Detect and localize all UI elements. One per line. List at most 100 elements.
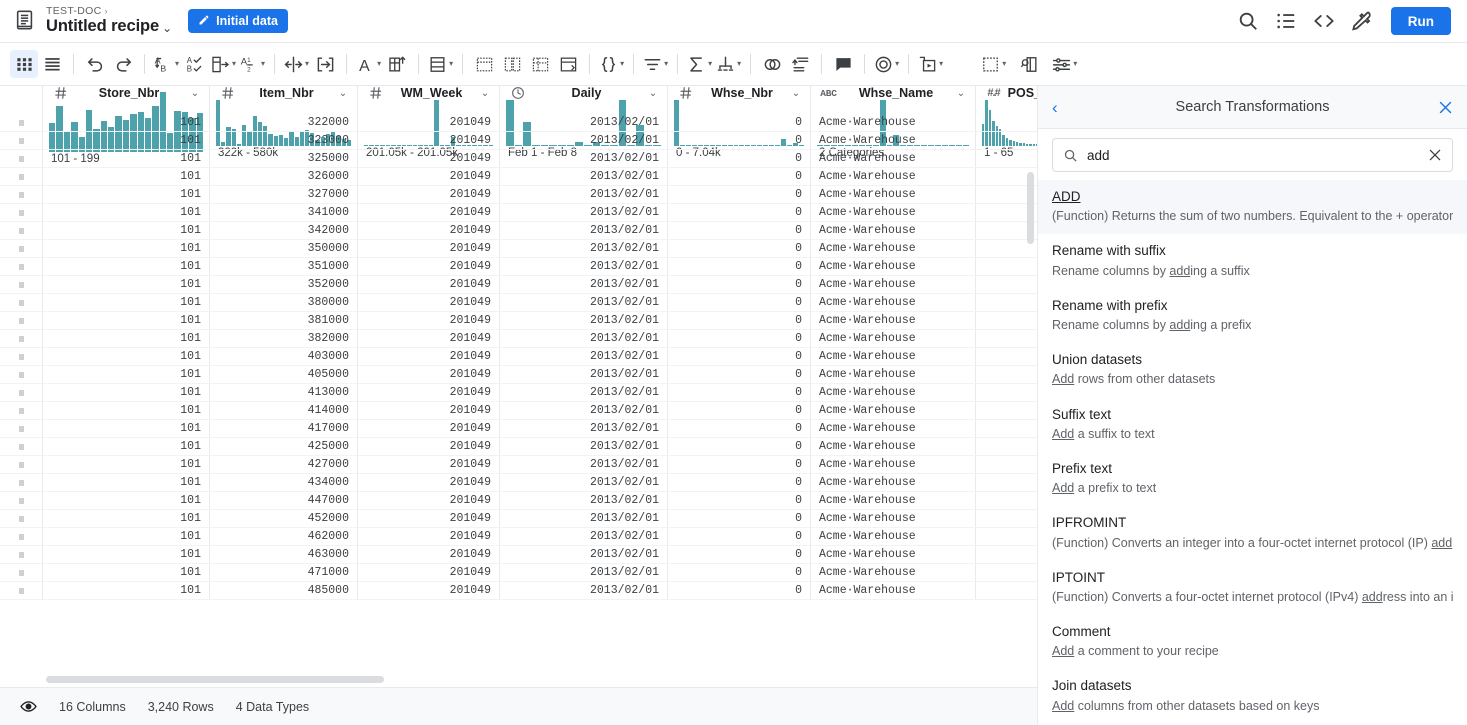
table-cell-whse_name[interactable]: Acme·Warehouse [811, 564, 976, 581]
json-button[interactable]: ▾ [597, 50, 626, 78]
search-result-item[interactable]: Suffix textAdd a suffix to text [1038, 398, 1467, 452]
table-cell-store_nbr[interactable]: 101 [43, 528, 210, 545]
table-row[interactable]: 1013220002010492013/02/010Acme·Warehouse [0, 114, 1037, 132]
table-cell-daily[interactable]: 2013/02/01 [500, 402, 668, 419]
close-icon[interactable] [1431, 100, 1453, 115]
table-cell-pos_s[interactable] [976, 132, 1037, 149]
table-cell-store_nbr[interactable]: 101 [43, 312, 210, 329]
table-cell-whse_nbr[interactable]: 0 [668, 546, 811, 563]
table-cell-wm_week[interactable]: 201049 [358, 402, 500, 419]
table-row[interactable]: 1013800002010492013/02/010Acme·Warehouse [0, 294, 1037, 312]
table-cell-whse_name[interactable]: Acme·Warehouse [811, 348, 976, 365]
table-cell-store_nbr[interactable]: 101 [43, 258, 210, 275]
table-cell-wm_week[interactable]: 201049 [358, 456, 500, 473]
table-cell-daily[interactable]: 2013/02/01 [500, 348, 668, 365]
table-cell-daily[interactable]: 2013/02/01 [500, 222, 668, 239]
table-row[interactable]: 1013820002010492013/02/010Acme·Warehouse [0, 330, 1037, 348]
table-cell-wm_week[interactable]: 201049 [358, 582, 500, 599]
table-row[interactable]: 1013250002010492013/02/010Acme·Warehouse [0, 150, 1037, 168]
table-cell-store_nbr[interactable]: 101 [43, 204, 210, 221]
table-cell-whse_name[interactable]: Acme·Warehouse [811, 150, 976, 167]
search-result-item[interactable]: ADD(Function) Returns the sum of two num… [1038, 180, 1467, 234]
chevron-down-icon[interactable]: ⌄ [162, 22, 172, 35]
dedupe-button[interactable] [786, 50, 814, 78]
table-cell-wm_week[interactable]: 201049 [358, 384, 500, 401]
table-cell-store_nbr[interactable]: 101 [43, 186, 210, 203]
table-cell-item_nbr[interactable]: 462000 [210, 528, 358, 545]
table-cell-whse_nbr[interactable]: 0 [668, 366, 811, 383]
search-result-item[interactable]: IPTOINT(Function) Converts a four-octet … [1038, 561, 1467, 615]
table-cell-store_nbr[interactable]: 101 [43, 222, 210, 239]
table-cell-store_nbr[interactable]: 101 [43, 456, 210, 473]
breadcrumb-project[interactable]: TEST-DOC [46, 6, 101, 17]
table-cell-wm_week[interactable]: 201049 [358, 294, 500, 311]
table-cell-whse_nbr[interactable]: 0 [668, 168, 811, 185]
table-cell-daily[interactable]: 2013/02/01 [500, 366, 668, 383]
table-cell-pos_s[interactable] [976, 402, 1037, 419]
table-row[interactable]: 1014520002010492013/02/010Acme·Warehouse [0, 510, 1037, 528]
table-cell-wm_week[interactable]: 201049 [358, 186, 500, 203]
table-cell-pos_s[interactable] [976, 420, 1037, 437]
table-cell-daily[interactable]: 2013/02/01 [500, 456, 668, 473]
table-cell-daily[interactable]: 2013/02/01 [500, 132, 668, 149]
doc-title-row[interactable]: Untitled recipe ⌄ [46, 18, 172, 35]
table-cell-item_nbr[interactable]: 447000 [210, 492, 358, 509]
table-row[interactable]: 1013410002010492013/02/010Acme·Warehouse [0, 204, 1037, 222]
table-cell-item_nbr[interactable]: 485000 [210, 582, 358, 599]
validate-column-button[interactable]: A B [181, 50, 209, 78]
code-icon[interactable] [1313, 10, 1335, 32]
table-cell-store_nbr[interactable]: 101 [43, 150, 210, 167]
column-head[interactable]: Whse_Nbr⌄ [668, 86, 810, 100]
table-cell-item_nbr[interactable]: 471000 [210, 564, 358, 581]
table-cell-store_nbr[interactable]: 101 [43, 132, 210, 149]
search-result-item[interactable]: Join datasetsAdd columns from other data… [1038, 669, 1467, 723]
table-cell-item_nbr[interactable]: 351000 [210, 258, 358, 275]
table-cell-pos_s[interactable] [976, 528, 1037, 545]
table-cell-daily[interactable]: 2013/02/01 [500, 384, 668, 401]
table-cell-daily[interactable]: 2013/02/01 [500, 564, 668, 581]
table-cell-pos_s[interactable] [976, 474, 1037, 491]
column-header-item_nbr[interactable]: Item_Nbr⌄322k - 580k [210, 86, 358, 114]
table-row[interactable]: 1013520002010492013/02/010Acme·Warehouse [0, 276, 1037, 294]
table-cell-whse_name[interactable]: Acme·Warehouse [811, 420, 976, 437]
select-region-button[interactable]: ▾ [979, 50, 1008, 78]
eyedropper-icon[interactable] [1351, 10, 1373, 32]
table-cell-store_nbr[interactable]: 101 [43, 384, 210, 401]
chevron-down-icon[interactable]: ⌄ [479, 88, 491, 99]
table-cell-item_nbr[interactable]: 425000 [210, 438, 358, 455]
column-header-store_nbr[interactable]: Store_Nbr⌄101 - 199 [43, 86, 210, 114]
table-cell-whse_name[interactable]: Acme·Warehouse [811, 258, 976, 275]
table-cell-wm_week[interactable]: 201049 [358, 420, 500, 437]
table-cell-wm_week[interactable]: 201049 [358, 366, 500, 383]
table-cell-item_nbr[interactable]: 323000 [210, 132, 358, 149]
table-row[interactable]: 1014170002010492013/02/010Acme·Warehouse [0, 420, 1037, 438]
table-cell-whse_nbr[interactable]: 0 [668, 150, 811, 167]
table-cell-pos_s[interactable] [976, 330, 1037, 347]
table-cell-wm_week[interactable]: 201049 [358, 276, 500, 293]
table-cell-daily[interactable]: 2013/02/01 [500, 474, 668, 491]
table-cell-store_nbr[interactable]: 101 [43, 474, 210, 491]
search-result-item[interactable]: Prefix textAdd a prefix to text [1038, 452, 1467, 506]
list-view-button[interactable] [38, 50, 66, 78]
table-cell-store_nbr[interactable]: 101 [43, 330, 210, 347]
column-head[interactable]: WM_Week⌄ [358, 86, 499, 100]
eye-icon[interactable] [20, 698, 37, 715]
table-cell-daily[interactable]: 2013/02/01 [500, 438, 668, 455]
settings-sliders-button[interactable]: ▾ [1050, 50, 1079, 78]
table-cell-store_nbr[interactable]: 101 [43, 402, 210, 419]
table-cell-wm_week[interactable]: 201049 [358, 222, 500, 239]
table-row[interactable]: 1013500002010492013/02/010Acme·Warehouse [0, 240, 1037, 258]
pivot-button[interactable] [470, 50, 498, 78]
run-macro-button[interactable]: ▾ [916, 50, 945, 78]
table-cell-pos_s[interactable] [976, 492, 1037, 509]
target-button[interactable]: ▾ [872, 50, 901, 78]
table-cell-daily[interactable]: 2013/02/01 [500, 150, 668, 167]
search-results-list[interactable]: ADD(Function) Returns the sum of two num… [1038, 180, 1467, 725]
table-cell-item_nbr[interactable]: 414000 [210, 402, 358, 419]
table-cell-store_nbr[interactable]: 101 [43, 240, 210, 257]
initial-data-button[interactable]: Initial data [188, 9, 288, 33]
table-row[interactable]: 1013260002010492013/02/010Acme·Warehouse [0, 168, 1037, 186]
chevron-down-icon[interactable]: ⌄ [189, 88, 201, 99]
table-cell-item_nbr[interactable]: 325000 [210, 150, 358, 167]
column-header-whse_name[interactable]: ABCWhse_Name⌄2 Categories [811, 86, 976, 114]
